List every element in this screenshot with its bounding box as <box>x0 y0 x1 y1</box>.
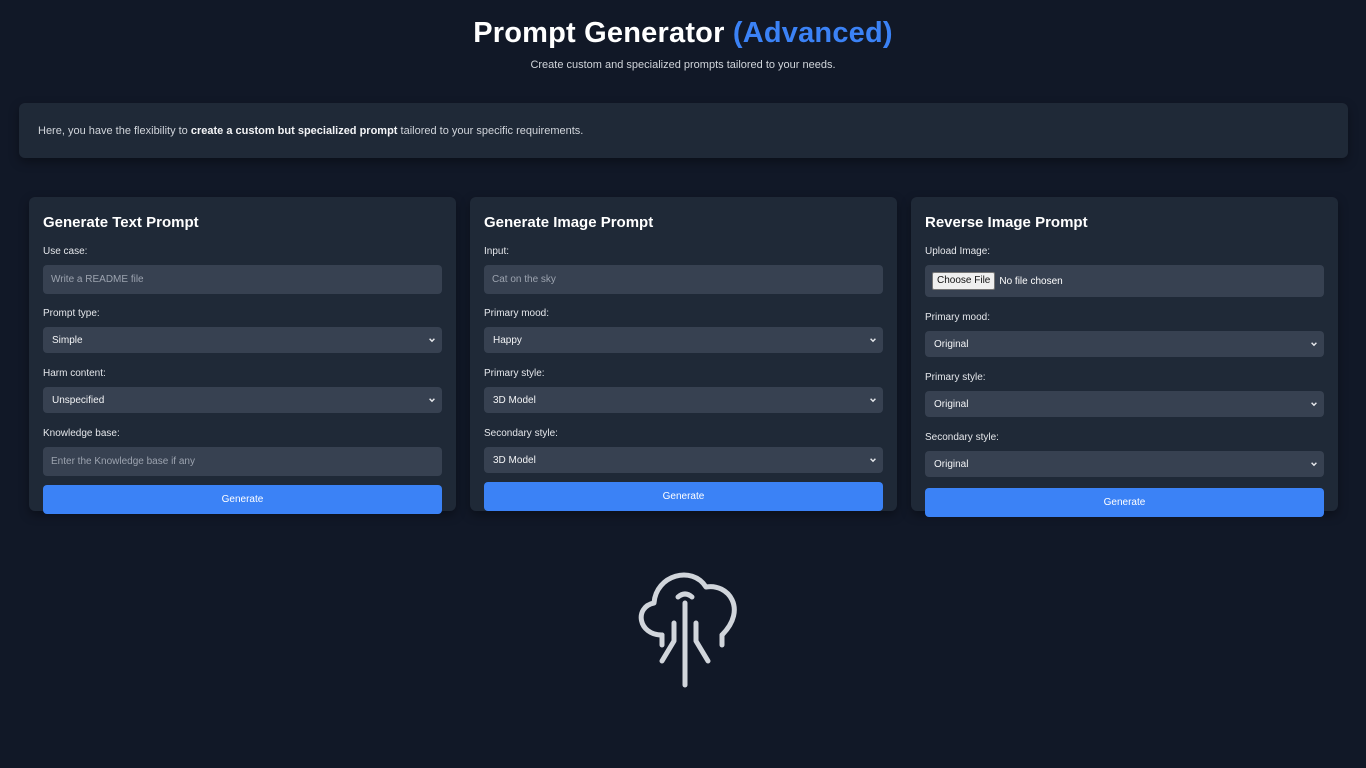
cloud-logo-icon <box>638 572 737 688</box>
intro-prefix: Here, you have the flexibility to <box>38 124 191 137</box>
intro-banner: Here, you have the flexibility to create… <box>19 103 1348 158</box>
prompt-type-select[interactable]: Simple <box>43 327 442 353</box>
harm-content-select[interactable]: Unspecified <box>43 387 442 413</box>
file-upload-field: Choose File No file chosen <box>925 265 1324 297</box>
reverse-mood-value: Original <box>934 338 969 350</box>
primary-style-value: 3D Model <box>493 394 536 406</box>
primary-mood-select[interactable]: Happy <box>484 327 883 353</box>
chevron-down-icon <box>870 338 876 343</box>
reverse-mood-select[interactable]: Original <box>925 331 1324 357</box>
reverse-style-value: Original <box>934 398 969 410</box>
chevron-down-icon <box>870 458 876 463</box>
primary-mood-label: Primary mood: <box>484 308 550 319</box>
secondary-style-value: 3D Model <box>493 454 536 466</box>
generate-text-button[interactable]: Generate <box>43 485 442 514</box>
secondary-style-select[interactable]: 3D Model <box>484 447 883 473</box>
page-header: Prompt Generator (Advanced) Create custo… <box>0 0 1366 71</box>
primary-mood-value: Happy <box>493 334 522 346</box>
reverse-secondary-label: Secondary style: <box>925 432 999 443</box>
knowledge-base-input[interactable] <box>43 447 442 476</box>
page-subtitle: Create custom and specialized prompts ta… <box>530 59 836 71</box>
reverse-secondary-value: Original <box>934 458 969 470</box>
page-title: Prompt Generator (Advanced) <box>0 15 1366 51</box>
input-label: Input: <box>484 246 510 257</box>
file-status: No file chosen <box>999 275 1063 287</box>
intro-suffix: tailored to your specific requirements. <box>397 124 584 137</box>
intro-text: Here, you have the flexibility to create… <box>38 125 583 137</box>
text-prompt-card: Generate Text Prompt Use case: Prompt ty… <box>29 197 456 514</box>
reverse-secondary-select[interactable]: Original <box>925 451 1324 477</box>
harm-content-label: Harm content: <box>43 368 106 379</box>
primary-style-label: Primary style: <box>484 368 545 379</box>
upload-image-label: Upload Image: <box>925 246 991 257</box>
chevron-down-icon <box>870 398 876 403</box>
secondary-style-label: Secondary style: <box>484 428 558 439</box>
use-case-label: Use case: <box>43 246 88 257</box>
image-input[interactable] <box>484 265 883 294</box>
image-prompt-card: Generate Image Prompt Input: Primary moo… <box>470 197 897 511</box>
chevron-down-icon <box>1311 462 1317 467</box>
use-case-input[interactable] <box>43 265 442 294</box>
page-title-text: Prompt Generator <box>473 17 725 49</box>
reverse-mood-label: Primary mood: <box>925 312 991 323</box>
generate-reverse-button[interactable]: Generate <box>925 488 1324 517</box>
chevron-down-icon <box>1311 342 1317 347</box>
chevron-down-icon <box>429 398 435 403</box>
text-prompt-title: Generate Text Prompt <box>43 214 199 231</box>
page-title-accent: (Advanced) <box>732 17 893 49</box>
chevron-down-icon <box>1311 402 1317 407</box>
intro-emphasis: create a custom but specialized prompt <box>190 124 398 137</box>
reverse-style-label: Primary style: <box>925 372 986 383</box>
harm-content-value: Unspecified <box>52 394 105 406</box>
reverse-prompt-title: Reverse Image Prompt <box>925 214 1088 231</box>
image-prompt-title: Generate Image Prompt <box>484 214 654 231</box>
reverse-prompt-card: Reverse Image Prompt Upload Image: Choos… <box>911 197 1338 517</box>
reverse-style-select[interactable]: Original <box>925 391 1324 417</box>
prompt-type-label: Prompt type: <box>43 308 100 319</box>
generate-image-button[interactable]: Generate <box>484 482 883 511</box>
prompt-type-value: Simple <box>52 334 83 346</box>
primary-style-select[interactable]: 3D Model <box>484 387 883 413</box>
chevron-down-icon <box>429 338 435 343</box>
knowledge-base-label: Knowledge base: <box>43 428 120 439</box>
choose-file-button[interactable]: Choose File <box>932 272 996 290</box>
